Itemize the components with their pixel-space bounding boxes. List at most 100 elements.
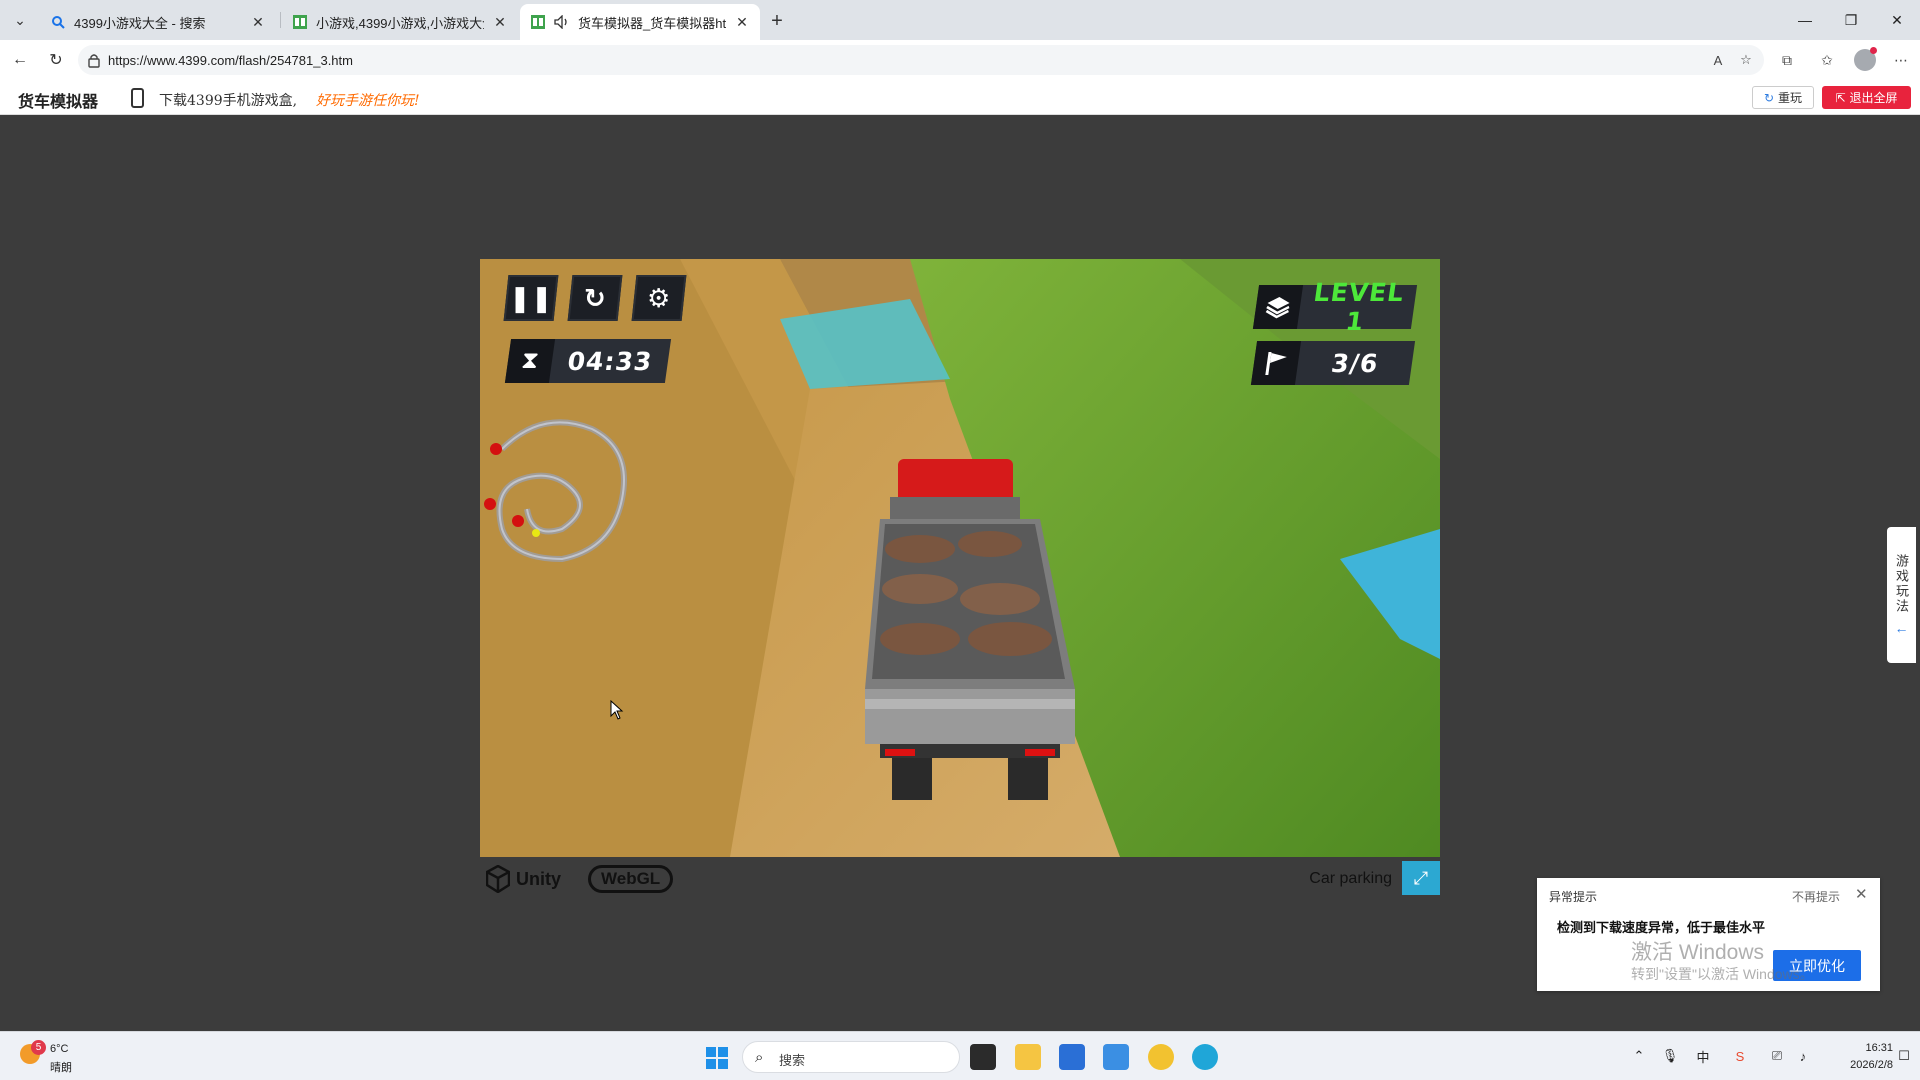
- browser-toolbar: ← ↻ https://www.4399.com/flash/254781_3.…: [0, 40, 1920, 80]
- timer-value: 04:33: [565, 346, 655, 376]
- tab-title: 4399小游戏大全 - 搜索: [74, 15, 206, 31]
- read-aloud-icon[interactable]: A: [1708, 50, 1728, 70]
- microphone-icon[interactable]: 🎙: [1660, 1046, 1680, 1066]
- tab-truck-simulator[interactable]: 货车模拟器_货车模拟器html5 ✕: [520, 4, 760, 40]
- clock-date[interactable]: 2026/2/8: [1828, 1059, 1893, 1071]
- game-name: 货车模拟器: [18, 94, 99, 111]
- timer-panel: ⧗ 04:33: [504, 339, 672, 383]
- search-icon: ⌕: [755, 1049, 764, 1066]
- task-view-icon[interactable]: [970, 1044, 996, 1070]
- more-menu-icon[interactable]: ⋯: [1890, 49, 1912, 71]
- taskbar-search[interactable]: ⌕ 搜索: [742, 1041, 960, 1073]
- unity-logo: Unity: [486, 865, 561, 893]
- replay-label: 重玩: [1778, 91, 1803, 105]
- favorites-icon[interactable]: ✩: [1816, 49, 1838, 71]
- chevron-down-icon: ⌄: [14, 11, 26, 28]
- tab-title: 小游戏,4399小游戏,小游戏大全,双: [316, 15, 484, 31]
- minimize-icon: —: [1798, 12, 1812, 28]
- how-to-play-label: 游戏玩法: [1894, 554, 1909, 614]
- promo-highlight[interactable]: 好玩手游任你玩!: [316, 90, 420, 110]
- clock-time[interactable]: 16:31: [1833, 1042, 1893, 1054]
- arrow-left-icon: ←: [1894, 620, 1909, 636]
- restore-button[interactable]: ❐: [1828, 0, 1874, 40]
- favorite-star-icon[interactable]: ☆: [1736, 50, 1756, 70]
- game-canvas[interactable]: ❚❚ ↻ ⚙ ⧗ 04:33 LEVEL 1 3/6: [480, 259, 1440, 857]
- plus-icon: +: [771, 9, 783, 32]
- refresh-button[interactable]: ↻: [44, 48, 68, 72]
- search-placeholder: 搜索: [779, 1053, 806, 1068]
- flag-icon: [1250, 341, 1302, 385]
- tab-actions-menu-button[interactable]: ⌄: [8, 8, 32, 32]
- microsoft-store-icon[interactable]: [1059, 1044, 1085, 1070]
- refresh-icon: ↻: [49, 52, 63, 69]
- how-to-play-tab[interactable]: 游戏玩法 ←: [1887, 527, 1916, 663]
- file-explorer-icon[interactable]: [1015, 1044, 1041, 1070]
- dont-show-again-link[interactable]: 不再提示: [1792, 888, 1840, 905]
- weather-description[interactable]: 晴朗: [50, 1059, 72, 1075]
- game-footer: Unity WebGL Car parking ⤢: [480, 857, 1440, 899]
- ime-indicator[interactable]: 中: [1693, 1046, 1713, 1066]
- replay-button[interactable]: ↻ 重玩: [1752, 86, 1814, 109]
- exit-fullscreen-label: 退出全屏: [1849, 91, 1898, 105]
- game-app-icon[interactable]: [1148, 1044, 1174, 1070]
- activate-windows-hint: 转到"设置"以激活 Windows。: [1631, 966, 1814, 982]
- close-tab-icon[interactable]: ✕: [734, 14, 750, 30]
- hourglass-icon: ⧗: [504, 339, 556, 383]
- exit-fullscreen-button[interactable]: ⇱ 退出全屏: [1822, 86, 1911, 109]
- tab-search[interactable]: 4399小游戏大全 - 搜索 ✕: [40, 4, 276, 40]
- weather-temperature[interactable]: 6°C: [50, 1043, 68, 1055]
- weather-badge: 5: [31, 1040, 46, 1055]
- level-panel: LEVEL 1: [1252, 278, 1418, 336]
- volume-icon[interactable]: ♪: [1793, 1046, 1813, 1066]
- whiteboard-icon[interactable]: [1103, 1044, 1129, 1070]
- back-button[interactable]: ←: [8, 48, 32, 72]
- popup-title: 异常提示: [1549, 890, 1598, 904]
- close-window-button[interactable]: ✕: [1874, 0, 1920, 40]
- pause-button[interactable]: ❚❚: [503, 275, 559, 321]
- speaker-icon[interactable]: [554, 14, 570, 30]
- address-bar[interactable]: https://www.4399.com/flash/254781_3.htm …: [78, 45, 1764, 75]
- restore-icon: ❐: [1844, 11, 1858, 28]
- notification-dot: [1870, 47, 1877, 54]
- mouse-cursor-icon: [610, 700, 624, 720]
- lock-icon[interactable]: [86, 52, 102, 68]
- refresh-icon: ↻: [1763, 90, 1775, 105]
- fullscreen-button[interactable]: ⤢: [1402, 861, 1440, 895]
- notifications-icon[interactable]: ☐: [1894, 1046, 1914, 1066]
- app-tray-icon[interactable]: S: [1730, 1046, 1750, 1066]
- minimap: [484, 419, 627, 563]
- taskbar: 5 6°C 晴朗 ⌕ 搜索 ⌃ 🎙 中 S ⎚ ♪ 16:31 2026/2/8…: [0, 1031, 1920, 1080]
- settings-button[interactable]: ⚙: [631, 275, 687, 321]
- extensions-icon[interactable]: ⧉: [1776, 49, 1798, 71]
- promo-link[interactable]: 下载4399手机游戏盒,: [159, 90, 297, 110]
- minimap-marker: [484, 498, 496, 510]
- minimize-button[interactable]: —: [1782, 0, 1828, 40]
- chevron-up-icon[interactable]: ⌃: [1629, 1046, 1649, 1066]
- phone-icon: [131, 88, 144, 108]
- activate-windows-watermark: 激活 Windows: [1631, 941, 1765, 964]
- close-tab-icon[interactable]: ✕: [492, 14, 508, 30]
- tab-4399-home[interactable]: 小游戏,4399小游戏,小游戏大全,双 ✕: [282, 4, 518, 40]
- close-icon[interactable]: ✕: [1855, 885, 1868, 903]
- webgl-logo: WebGL: [588, 865, 674, 893]
- layers-icon: [1252, 285, 1304, 329]
- edge-browser-icon[interactable]: [1192, 1044, 1218, 1070]
- start-button[interactable]: [705, 1046, 729, 1070]
- network-icon[interactable]: ⎚: [1767, 1046, 1787, 1066]
- url-text[interactable]: https://www.4399.com/flash/254781_3.htm: [108, 53, 353, 68]
- site-header: 货车模拟器 下载4399手机游戏盒, 好玩手游任你玩! ↻ 重玩 ⇱ 退出全屏: [0, 80, 1920, 115]
- close-icon: ✕: [1891, 11, 1903, 28]
- pause-icon: ❚❚: [509, 282, 553, 313]
- new-tab-button[interactable]: +: [764, 8, 790, 34]
- search-favicon-icon: [50, 14, 66, 30]
- browser-tab-strip: ⌄ 4399小游戏大全 - 搜索 ✕ 小游戏,4399小游戏,小游戏大全,双 ✕…: [0, 0, 1920, 40]
- unity-cube-icon: [486, 865, 510, 893]
- close-tab-icon[interactable]: ✕: [250, 14, 266, 30]
- game-title: Car parking: [1309, 870, 1392, 887]
- arrow-left-icon: ←: [12, 51, 28, 68]
- restart-button[interactable]: ↻: [567, 275, 623, 321]
- expand-icon: ⤢: [1413, 867, 1429, 888]
- unity-label: Unity: [516, 868, 561, 889]
- minimap-marker: [490, 443, 502, 455]
- minimap-marker: [512, 515, 524, 527]
